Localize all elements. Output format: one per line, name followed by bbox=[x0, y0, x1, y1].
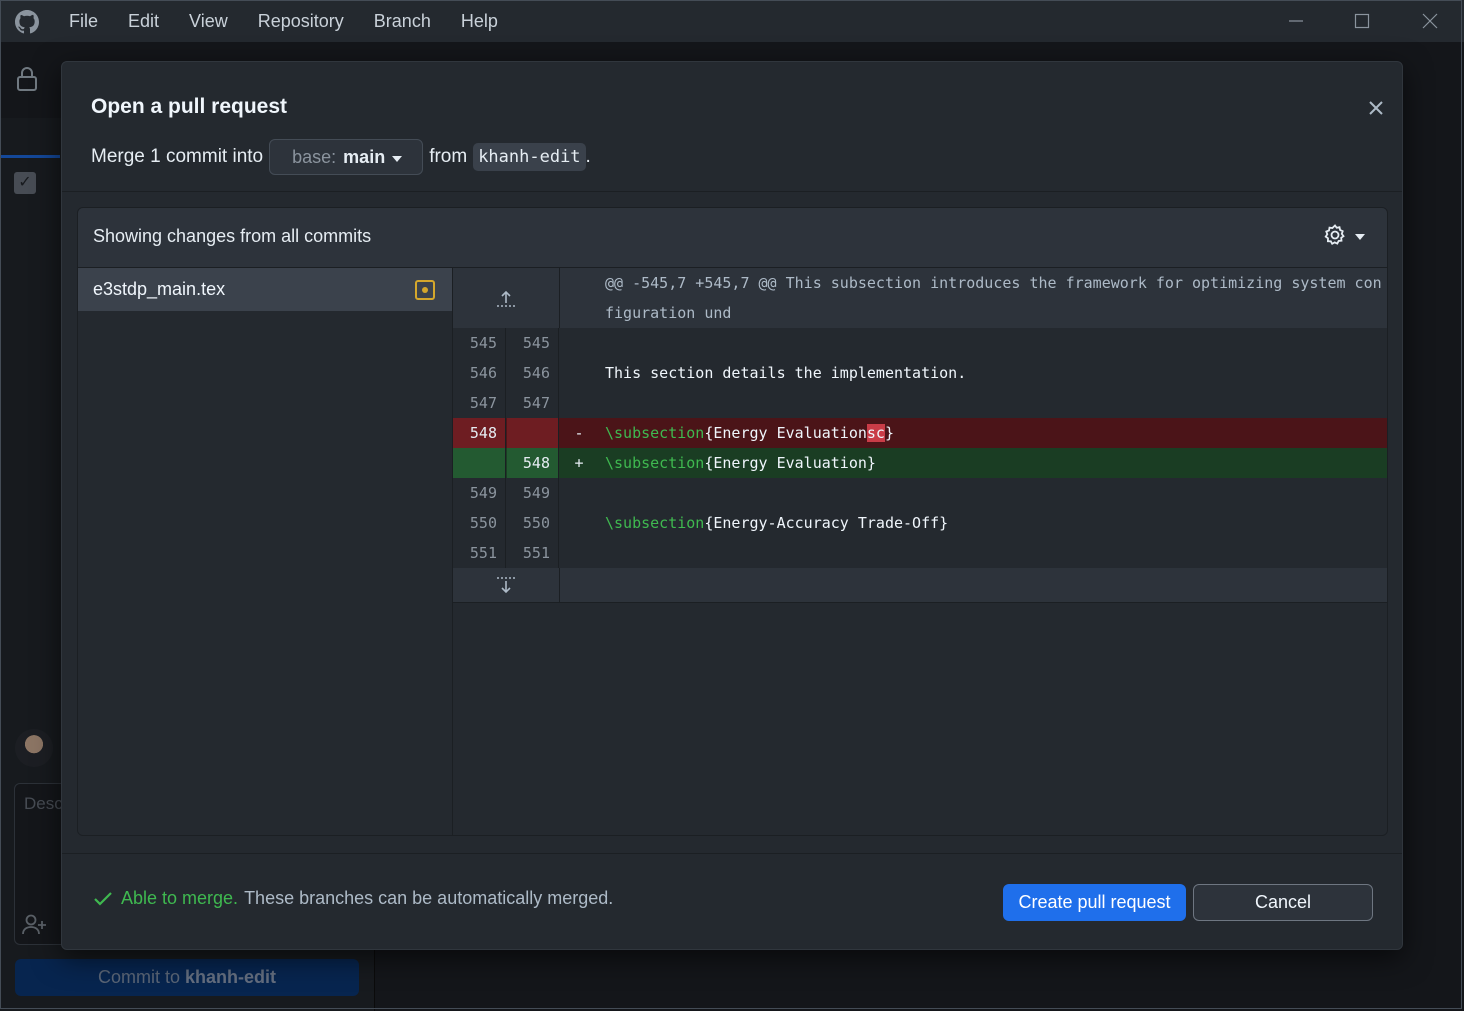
merge-status-text: These branches can be automatically merg… bbox=[244, 888, 614, 908]
changes-panel: Showing changes from all commits e3stdp_… bbox=[77, 207, 1388, 836]
from-label: from bbox=[429, 146, 468, 167]
gear-icon bbox=[1324, 224, 1345, 246]
diff-view: @@ -545,7 +545,7 @@ This subsection intr… bbox=[453, 268, 1387, 835]
new-line-number: 549 bbox=[507, 478, 559, 508]
latex-command: \subsection bbox=[605, 514, 705, 532]
base-label: base: bbox=[292, 146, 337, 167]
file-name: e3stdp_main.tex bbox=[93, 279, 226, 299]
diff-line-context: 546 546 This section details the implement… bbox=[453, 358, 1387, 388]
old-line-number: 546 bbox=[453, 358, 506, 388]
code-text: {Energy-Accuracy Trade-Off} bbox=[704, 514, 949, 532]
create-pull-request-button[interactable]: Create pull request bbox=[1003, 884, 1186, 921]
old-line-number: 545 bbox=[453, 328, 506, 358]
new-line-number: 546 bbox=[507, 358, 559, 388]
minimize-icon bbox=[1289, 20, 1303, 22]
dialog-footer: Able to merge. These branches can be aut… bbox=[62, 853, 1402, 950]
head-branch-name: khanh-edit bbox=[473, 143, 586, 171]
menu-bar: File Edit View Repository Branch Help bbox=[54, 0, 513, 42]
diff-code: \subsection{Energy Evaluation} bbox=[605, 448, 876, 478]
code-text: {Energy Evaluation} bbox=[704, 454, 876, 472]
diff-line-context: 551 551 bbox=[453, 538, 1387, 568]
expand-up-icon bbox=[497, 290, 515, 307]
old-line-number: 551 bbox=[453, 538, 506, 568]
dialog-header: Open a pull request Merge 1 commit into … bbox=[62, 62, 1402, 192]
diff-line-context: 549 549 bbox=[453, 478, 1387, 508]
latex-command: \subsection bbox=[605, 424, 705, 442]
old-line-number bbox=[453, 448, 506, 478]
diff-code: \subsection{Energy Evaluationsc} bbox=[605, 418, 894, 448]
title-bar: File Edit View Repository Branch Help bbox=[0, 0, 1464, 43]
old-line-number: 550 bbox=[453, 508, 506, 538]
old-line-number: 549 bbox=[453, 478, 506, 508]
changes-heading: Showing changes from all commits bbox=[93, 226, 372, 246]
hunk-header-text: @@ -545,7 +545,7 @@ This subsection intr… bbox=[605, 274, 1382, 322]
dialog-close-button[interactable] bbox=[1362, 94, 1390, 122]
base-branch-dropdown[interactable]: base: main bbox=[269, 139, 424, 175]
expand-down-button[interactable] bbox=[453, 574, 559, 598]
window-close-button[interactable] bbox=[1406, 0, 1454, 42]
code-text-tail: } bbox=[884, 424, 894, 442]
removed-highlight: sc bbox=[866, 424, 885, 442]
new-line-number: 551 bbox=[507, 538, 559, 568]
latex-command: \subsection bbox=[605, 454, 705, 472]
code-text: {Energy Evaluation bbox=[704, 424, 867, 442]
merge-prefix: Merge 1 commit into bbox=[91, 146, 264, 167]
dialog-title: Open a pull request bbox=[91, 95, 288, 118]
diff-sign: + bbox=[574, 454, 584, 472]
file-modified-icon bbox=[415, 280, 435, 300]
old-line-number: 548 bbox=[453, 418, 506, 448]
github-logo-icon bbox=[15, 10, 39, 34]
menu-edit[interactable]: Edit bbox=[113, 0, 174, 42]
menu-branch[interactable]: Branch bbox=[359, 0, 446, 42]
menu-repository[interactable]: Repository bbox=[243, 0, 359, 42]
minimize-button[interactable] bbox=[1272, 0, 1320, 42]
new-line-number: 548 bbox=[507, 448, 559, 478]
merge-summary: Merge 1 commit into base: main from khan… bbox=[91, 139, 591, 175]
file-list-item[interactable]: e3stdp_main.tex bbox=[78, 268, 452, 311]
expand-up-button[interactable] bbox=[453, 286, 559, 310]
diff-settings-button[interactable] bbox=[1323, 223, 1365, 247]
menu-file[interactable]: File bbox=[54, 0, 113, 42]
diff-line-context: 545 545 bbox=[453, 328, 1387, 358]
old-line-number: 547 bbox=[453, 388, 506, 418]
chevron-down-icon bbox=[1355, 233, 1365, 240]
hunk-footer bbox=[453, 568, 1387, 603]
new-line-number: 547 bbox=[507, 388, 559, 418]
window-close-icon bbox=[1422, 13, 1438, 29]
cancel-button[interactable]: Cancel bbox=[1193, 884, 1373, 921]
merge-period: . bbox=[585, 146, 591, 167]
merge-status-strong: Able to merge. bbox=[121, 888, 239, 908]
maximize-icon bbox=[1354, 13, 1370, 29]
merge-status: Able to merge. These branches can be aut… bbox=[93, 888, 613, 909]
diff-line-cmd: 550 550 \subsection{Energy-Accuracy Trade-… bbox=[453, 508, 1387, 538]
file-list: e3stdp_main.tex bbox=[78, 268, 453, 835]
diff-code: This section details the implementation. bbox=[605, 364, 967, 382]
close-icon bbox=[1369, 101, 1383, 115]
base-branch-name: main bbox=[343, 146, 386, 167]
diff-line-del: 548 - \subsection{Energy Evaluationsc} bbox=[453, 418, 1387, 448]
diff-line-add: 548 + \subsection{Energy Evaluation} bbox=[453, 448, 1387, 478]
menu-view[interactable]: View bbox=[174, 0, 243, 42]
new-line-number: 545 bbox=[507, 328, 559, 358]
changes-panel-header: Showing changes from all commits bbox=[78, 208, 1387, 268]
new-line-number: 550 bbox=[507, 508, 559, 538]
menu-help[interactable]: Help bbox=[446, 0, 513, 42]
chevron-down-icon bbox=[392, 155, 403, 162]
new-line-number bbox=[507, 418, 559, 448]
diff-sign: - bbox=[574, 424, 584, 442]
maximize-button[interactable] bbox=[1338, 0, 1386, 42]
diff-code: \subsection{Energy-Accuracy Trade-Off} bbox=[605, 508, 948, 538]
open-pull-request-dialog: Open a pull request Merge 1 commit into … bbox=[61, 61, 1403, 950]
check-icon bbox=[94, 891, 112, 906]
hunk-header: @@ -545,7 +545,7 @@ This subsection intr… bbox=[453, 268, 1387, 328]
expand-down-icon bbox=[497, 577, 515, 594]
diff-line-context: 547 547 bbox=[453, 388, 1387, 418]
